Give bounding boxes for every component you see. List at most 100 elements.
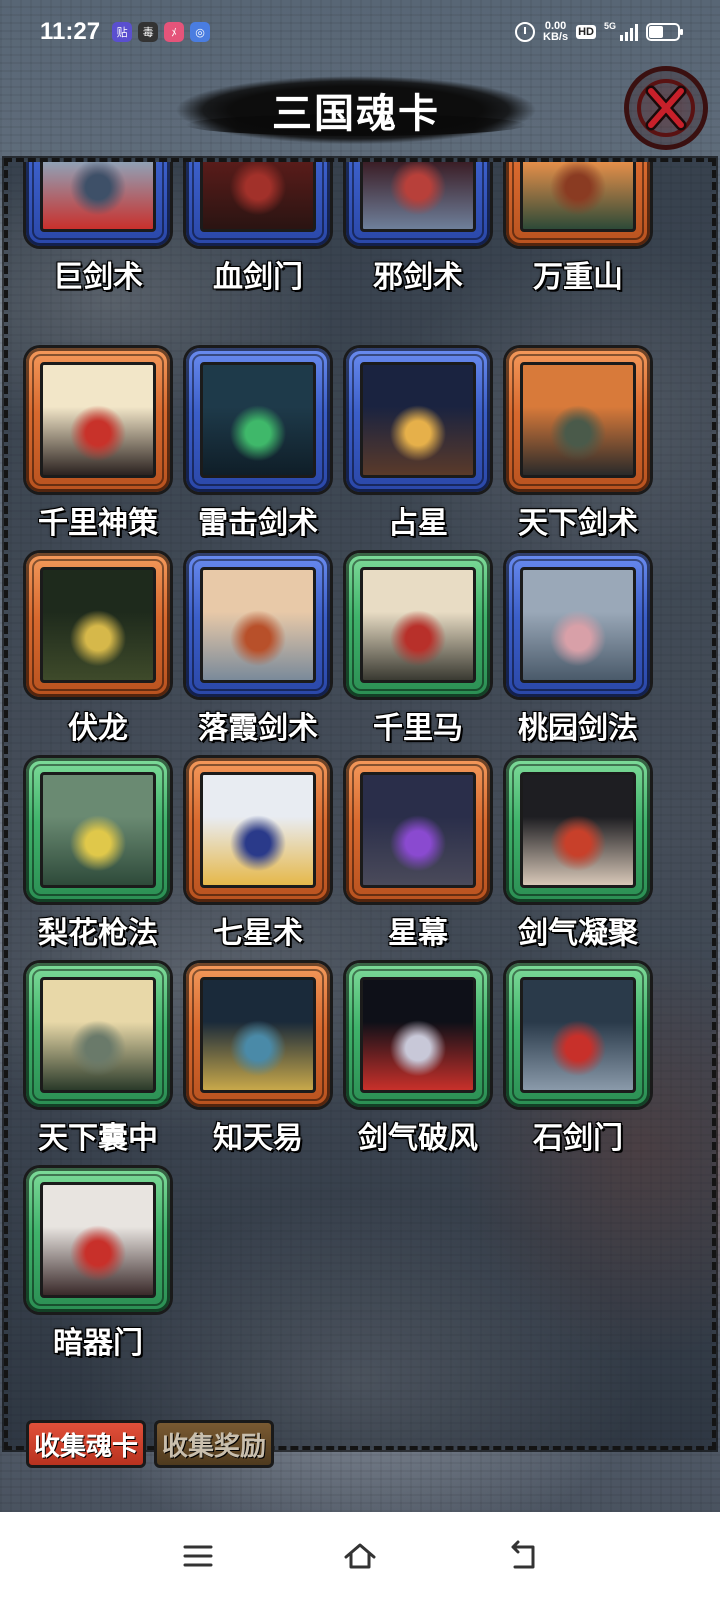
card-label: 暗器门 (53, 1326, 143, 1361)
card-frame-orange (26, 348, 170, 492)
notification-icons: 贴毒ﾒ ◎ (112, 22, 211, 42)
soul-card[interactable]: 知天易 (186, 963, 346, 1156)
network-speed: 0.00 KB/s (543, 21, 568, 43)
card-collection-panel: 巨剑术 血剑门 邪剑术 万重山千里神策 雷击剑术 占星 天下剑术伏龙 落霞剑术 千里马 桃园剑法梨… (2, 156, 718, 1452)
card-artwork (360, 977, 476, 1093)
card-label: 邪剑术 (373, 260, 463, 295)
tab-collect-rewards[interactable]: 收集奖励 (154, 1420, 274, 1468)
card-artwork (40, 362, 156, 478)
back-button[interactable] (504, 1538, 540, 1574)
card-artwork (40, 162, 156, 232)
card-label: 剑气凝聚 (518, 916, 638, 951)
soul-card[interactable]: 桃园剑法 (506, 553, 666, 746)
soul-card[interactable]: 天下囊中 (26, 963, 186, 1156)
card-label: 桃园剑法 (518, 711, 638, 746)
signal-icon (620, 23, 638, 41)
soul-card[interactable]: 雷击剑术 (186, 348, 346, 541)
soul-card[interactable]: 天下剑术 (506, 348, 666, 541)
hd-icon: HD (576, 25, 596, 39)
soul-card[interactable]: 万重山 (506, 162, 666, 295)
card-frame-green (506, 758, 650, 902)
card-artwork (40, 567, 156, 683)
card-artwork (520, 162, 636, 232)
card-frame-blue (346, 348, 490, 492)
tab-collect-cards[interactable]: 收集魂卡 (26, 1420, 146, 1468)
card-frame-blue (186, 553, 330, 697)
card-label: 落霞剑术 (198, 711, 318, 746)
soul-card[interactable]: 邪剑术 (346, 162, 506, 295)
card-artwork (40, 772, 156, 888)
card-artwork (40, 977, 156, 1093)
soul-card[interactable]: 剑气破风 (346, 963, 506, 1156)
soul-card[interactable]: 七星术 (186, 758, 346, 951)
card-label: 巨剑术 (53, 260, 143, 295)
battery-icon (646, 23, 683, 41)
card-label: 伏龙 (68, 711, 128, 746)
soul-card[interactable]: 暗器门 (26, 1168, 186, 1361)
status-indicators: 0.00 KB/s HD 5G (515, 21, 683, 43)
card-artwork (520, 977, 636, 1093)
soul-card[interactable]: 石剑门 (506, 963, 666, 1156)
card-artwork (40, 1182, 156, 1298)
close-button[interactable] (624, 66, 708, 150)
card-frame-green (346, 553, 490, 697)
app-notify-icon-2: 毒 (138, 22, 159, 42)
card-frame-orange (506, 162, 650, 246)
alarm-icon (515, 22, 536, 42)
card-label: 剑气破风 (358, 1121, 478, 1156)
card-frame-green (26, 758, 170, 902)
soul-card[interactable]: 落霞剑术 (186, 553, 346, 746)
card-frame-orange (186, 963, 330, 1107)
card-label: 七星术 (213, 916, 303, 951)
card-frame-blue (346, 162, 490, 246)
card-label: 天下剑术 (518, 506, 638, 541)
soul-card[interactable]: 剑气凝聚 (506, 758, 666, 951)
card-label: 万重山 (533, 260, 623, 295)
soul-card[interactable]: 伏龙 (26, 553, 186, 746)
card-frame-orange (186, 758, 330, 902)
status-bar: 11:27 贴毒ﾒ ◎ 0.00 KB/s HD 5G (0, 0, 720, 64)
card-label: 梨花枪法 (38, 916, 158, 951)
soul-card[interactable]: 千里马 (346, 553, 506, 746)
back-icon (511, 1540, 535, 1569)
card-label: 千里神策 (38, 506, 158, 541)
card-frame-blue (26, 162, 170, 246)
close-icon (637, 79, 695, 137)
card-label: 占星 (388, 506, 448, 541)
menu-button[interactable] (180, 1538, 216, 1574)
soul-card[interactable]: 占星 (346, 348, 506, 541)
network-type-label: 5G (603, 21, 616, 31)
home-icon (344, 1543, 376, 1569)
card-label: 星幕 (388, 916, 448, 951)
soul-card[interactable]: 星幕 (346, 758, 506, 951)
app-notify-icon-4: ◎ (190, 22, 211, 42)
card-frame-orange (346, 758, 490, 902)
card-label: 血剑门 (213, 260, 303, 295)
home-button[interactable] (342, 1538, 378, 1574)
app-notify-icon-1: 贴 (112, 22, 133, 42)
card-frame-green (26, 1168, 170, 1312)
soul-card[interactable]: 巨剑术 (26, 162, 186, 295)
card-artwork (360, 162, 476, 232)
soul-card[interactable]: 梨花枪法 (26, 758, 186, 951)
card-frame-blue (186, 348, 330, 492)
card-frame-blue (186, 162, 330, 246)
card-label: 天下囊中 (38, 1121, 158, 1156)
card-artwork (360, 772, 476, 888)
card-label: 千里马 (373, 711, 463, 746)
app-notify-icon-3: ﾒ (164, 22, 185, 42)
card-artwork (520, 362, 636, 478)
card-frame-green (26, 963, 170, 1107)
card-artwork (200, 977, 316, 1093)
card-artwork (520, 567, 636, 683)
title-banner: 三国魂卡 (176, 74, 536, 146)
soul-card[interactable]: 血剑门 (186, 162, 346, 295)
card-artwork (200, 772, 316, 888)
menu-icon (183, 1545, 213, 1567)
page-title: 三国魂卡 (272, 91, 440, 137)
soul-card[interactable]: 千里神策 (26, 348, 186, 541)
card-frame-green (346, 963, 490, 1107)
card-label: 石剑门 (533, 1121, 623, 1156)
card-artwork (360, 567, 476, 683)
card-artwork (520, 772, 636, 888)
